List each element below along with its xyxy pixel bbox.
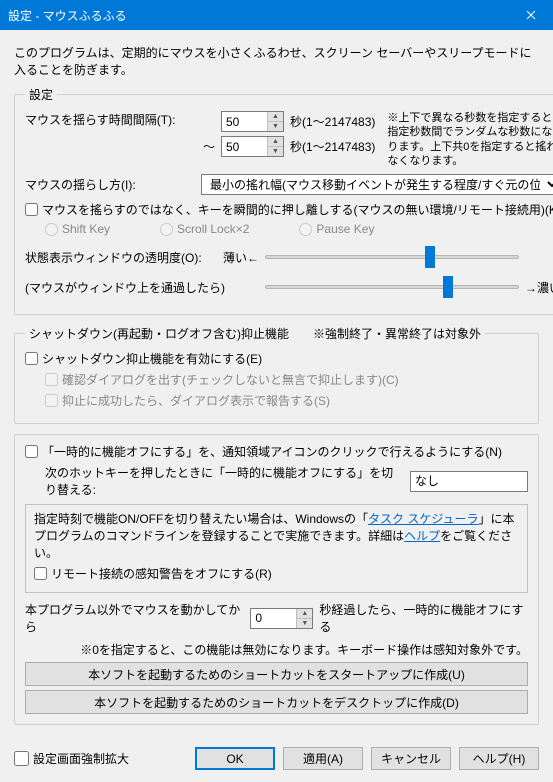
create-startup-shortcut-button[interactable]: 本ソフトを起動するためのショートカットをスタートアップに作成(U) (25, 662, 528, 686)
shutdown-group: シャットダウン(再起動・ログオフ含む)抑止機能 ※強制終了・異常終了は対象外 シ… (14, 325, 539, 424)
tempoff-tray-checkbox[interactable] (25, 445, 38, 458)
slider-thumb[interactable] (425, 246, 435, 268)
other-mouse-note: ※0を指定すると、この機能は無効になります。キーボード操作は感知対象外です。 (25, 641, 528, 658)
spin-down-icon[interactable]: ▼ (268, 147, 283, 156)
shutdown-enable-label: シャットダウン抑止機能を有効にする(E) (42, 350, 262, 367)
dialog-content: このプログラムは、定期的にマウスを小さくふるわせ、スクリーン セーバーやスリープ… (0, 30, 553, 747)
interval-unit1: 秒(1～2147483) (290, 113, 375, 130)
ok-button[interactable]: OK (195, 747, 275, 770)
shutdown-report-label: 抑止に成功したら、ダイアログ表示で報告する(S) (62, 392, 330, 409)
radio-scroll[interactable]: Scroll Lock×2 (160, 222, 249, 236)
program-description: このプログラムは、定期的にマウスを小さくふるわせ、スクリーン セーバーやスリープ… (14, 40, 539, 86)
opacity-thick-label: →濃い (525, 279, 553, 296)
apply-button[interactable]: 適用(A) (283, 747, 363, 770)
other-mouse-before: 本プログラム以外でマウスを動かしてから (25, 601, 244, 635)
key-instead-label: マウスを搖らすのではなく、キーを瞬間的に押し離しする(マウスの無い環境/リモート… (42, 201, 553, 218)
help-button[interactable]: ヘルプ(H) (459, 747, 539, 770)
remote-warn-label: リモート接続の感知警告をオフにする(R) (51, 566, 272, 583)
opacity-slider-2[interactable] (265, 274, 519, 300)
shutdown-legend: シャットダウン(再起動・ログオフ含む)抑止機能 ※強制終了・異常終了は対象外 (25, 325, 485, 342)
opacity-thin-label: 薄い← (223, 249, 259, 266)
remote-warn-checkbox[interactable] (34, 567, 47, 580)
close-button[interactable] (508, 0, 553, 30)
interval-label: マウスを揺らす時間間隔(T): (25, 111, 195, 128)
interval-to-input[interactable] (222, 137, 267, 156)
settings-group: 設定 マウスを揺らす時間間隔(T): ▲▼ 秒(1～2147483) ～ ▲▼ (14, 86, 553, 315)
spin-up-icon[interactable]: ▲ (268, 112, 283, 122)
opacity-slider-1[interactable] (265, 244, 519, 270)
opacity-sub-label: (マウスがウィンドウ上を通過したら) (25, 279, 215, 296)
other-mouse-after: 秒経過したら、一時的に機能オフにする (319, 601, 528, 635)
hotkey-field[interactable]: なし (410, 471, 528, 492)
shake-method-label: マウスの揺らし方(I): (25, 176, 195, 193)
task-scheduler-link[interactable]: タスク スケジューラ (368, 512, 479, 526)
force-expand-checkbox-wrap[interactable]: 設定画面強制拡大 (14, 750, 129, 767)
create-desktop-shortcut-button[interactable]: 本ソフトを起動するためのショートカットをデスクトップに作成(D) (25, 690, 528, 714)
shutdown-enable-checkbox[interactable] (25, 352, 38, 365)
spin-down-icon[interactable]: ▼ (297, 619, 312, 628)
interval-unit2: 秒(1～2147483) (290, 138, 375, 155)
radio-pause[interactable]: Pause Key (299, 222, 374, 236)
close-icon (526, 10, 536, 20)
shutdown-confirm-label: 確認ダイアログを出す(チェックしないと無言で抑止します)(C) (62, 371, 399, 388)
interval-to-spinner[interactable]: ▲▼ (221, 136, 284, 157)
button-row: 設定画面強制拡大 OK 適用(A) キャンセル ヘルプ(H) (0, 747, 553, 782)
interval-from-spinner[interactable]: ▲▼ (221, 111, 284, 132)
interval-note: ※上下で異なる秒数を指定すると指定秒数間でランダムな秒数になります。上下共0を指… (387, 111, 553, 168)
schedule-info: 指定時刻で機能ON/OFFを切り替えたい場合は、Windowsの「タスク スケジ… (25, 504, 528, 593)
radio-shift[interactable]: Shift Key (45, 222, 110, 236)
shutdown-report-checkbox[interactable] (45, 394, 58, 407)
window-title: 設定 - マウスふるふる (8, 7, 508, 24)
key-instead-checkbox[interactable] (25, 203, 38, 216)
force-expand-checkbox[interactable] (14, 751, 29, 766)
settings-legend: 設定 (25, 86, 57, 103)
tempoff-group: 「一時的に機能オフにする」を、通知領域アイコンのクリックで行えるようにする(N)… (14, 434, 539, 725)
tempoff-tray-label: 「一時的に機能オフにする」を、通知領域アイコンのクリックで行えるようにする(N) (42, 443, 502, 460)
slider-thumb[interactable] (443, 276, 453, 298)
other-mouse-spinner[interactable]: ▲▼ (250, 608, 313, 629)
other-mouse-input[interactable] (251, 609, 296, 628)
hotkey-label: 次のホットキーを押したときに「一時的に機能オフにする」を切り替える: (45, 464, 404, 498)
spin-up-icon[interactable]: ▲ (268, 137, 283, 147)
interval-tilde: ～ (201, 138, 215, 155)
spin-up-icon[interactable]: ▲ (297, 609, 312, 619)
opacity-label: 状態表示ウィンドウの透明度(O): (25, 249, 215, 266)
cancel-button[interactable]: キャンセル (371, 747, 451, 770)
shake-method-select[interactable]: 最小の搖れ幅(マウス移動イベントが発生する程度/すぐ元の位置に戻す) (201, 174, 553, 195)
shutdown-confirm-checkbox[interactable] (45, 373, 58, 386)
help-link[interactable]: ヘルプ (404, 529, 440, 543)
title-bar: 設定 - マウスふるふる (0, 0, 553, 30)
interval-from-input[interactable] (222, 112, 267, 131)
spin-down-icon[interactable]: ▼ (268, 122, 283, 131)
